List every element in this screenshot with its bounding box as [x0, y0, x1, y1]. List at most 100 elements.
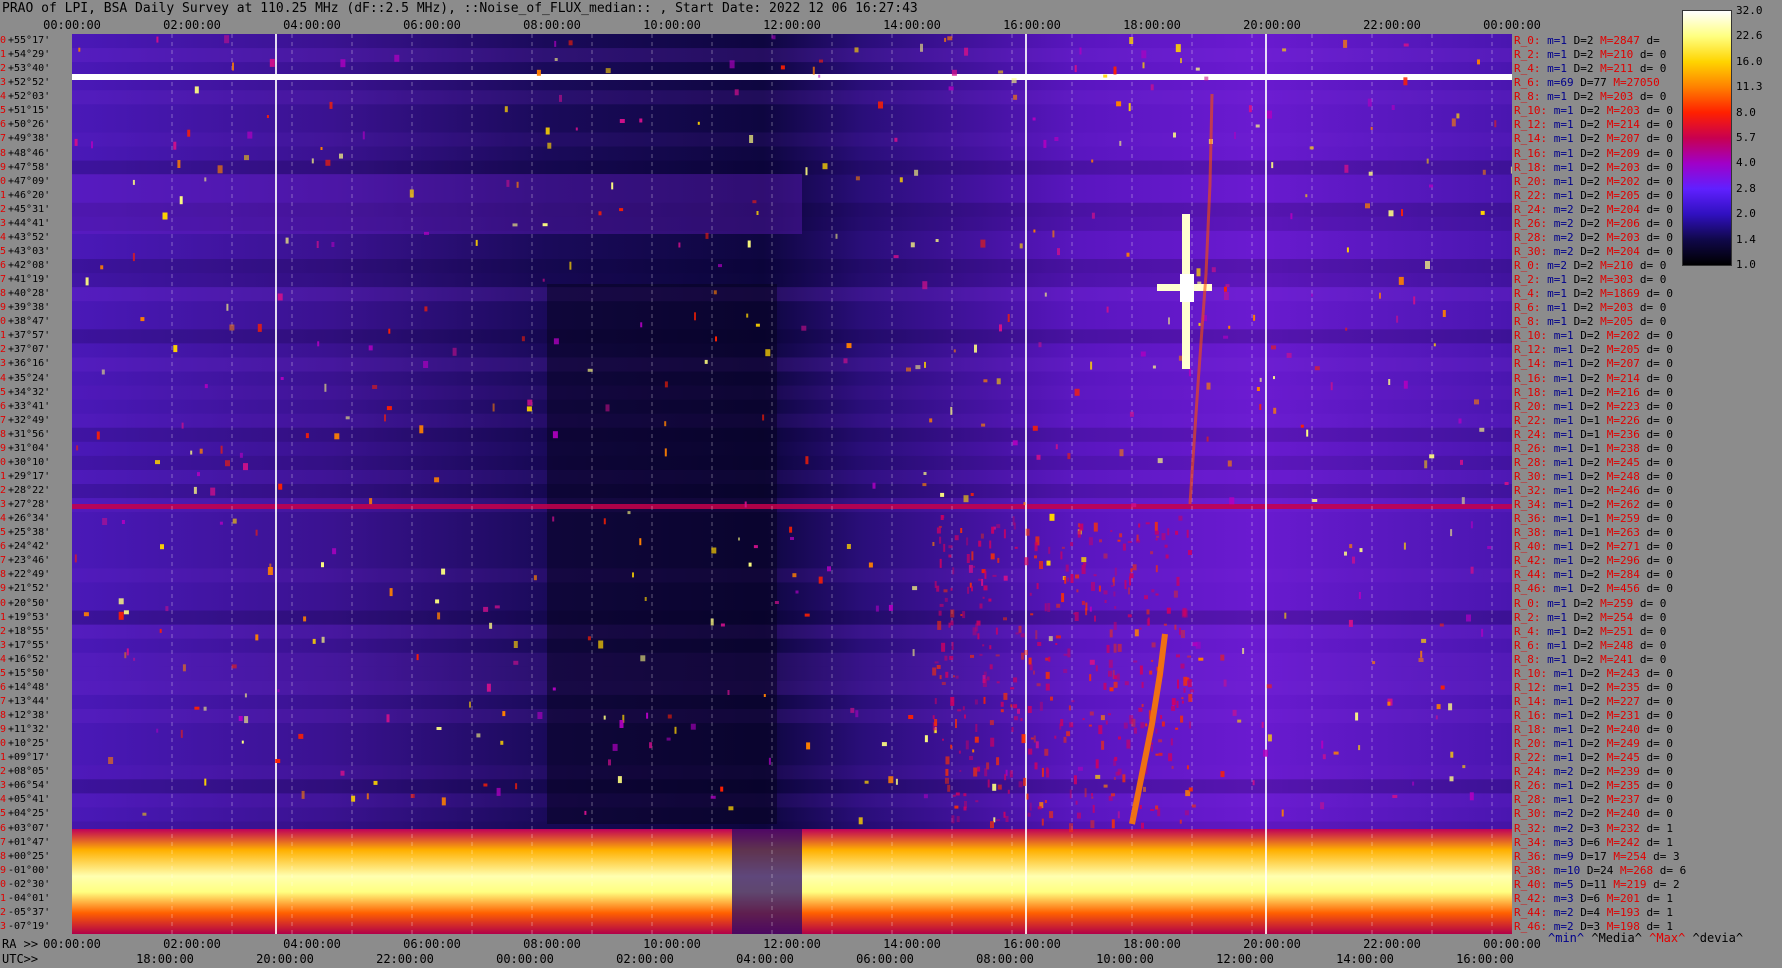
top-time-tick: 16:00:00 [1003, 18, 1061, 32]
stats-field: M=303 [1593, 273, 1634, 287]
noise-speckle [974, 736, 979, 743]
noise-speckle [85, 277, 89, 286]
noise-speckle [1045, 683, 1050, 691]
noise-speckle [1387, 701, 1391, 706]
stats-field: M=211 [1593, 62, 1634, 76]
stats-field: D=2 [1573, 146, 1601, 160]
row-index: 9 [0, 161, 7, 173]
noise-speckle [492, 403, 495, 412]
stats-field: R_44: [1514, 905, 1548, 919]
row-stripe [72, 413, 1512, 428]
row-index: 1 [0, 330, 7, 342]
declination-value: +38°47' [8, 316, 51, 328]
utc-tick: 02:00:00 [616, 952, 674, 966]
stats-row: R_16: m=1 D=2 M=209 d= 0 [1514, 147, 1673, 161]
noise-speckle [955, 719, 957, 728]
declination-value: +28°22' [8, 485, 51, 496]
declination-row: 9 +31°04' [0, 442, 50, 456]
noise-speckle [1175, 530, 1179, 535]
row-stripe [72, 455, 1512, 470]
noise-speckle [934, 719, 938, 726]
noise-speckle [1198, 322, 1201, 326]
noise-speckle [888, 776, 894, 784]
declination-row: 3 -07°19' [0, 920, 50, 934]
noise-speckle [345, 416, 350, 420]
declination-value: +12°38' [8, 710, 51, 721]
noise-speckle [1069, 823, 1073, 833]
stats-field: M=296 [1600, 554, 1640, 568]
spectrum-plot[interactable] [72, 34, 1512, 934]
stats-field: D=2 [1573, 498, 1601, 512]
noise-speckle [1109, 629, 1113, 638]
noise-speckle [1093, 574, 1097, 577]
noise-speckle [1150, 551, 1154, 555]
stats-field: R_8: [1514, 652, 1541, 666]
declination-row: 3 +44°41' [0, 217, 50, 231]
colorbar-label: 5.7 [1736, 131, 1756, 144]
noise-speckle [1083, 562, 1087, 566]
noise-speckle [1067, 577, 1070, 582]
noise-speckle [1020, 633, 1025, 638]
noise-speckle [945, 768, 949, 776]
noise-speckle [1198, 657, 1204, 661]
noise-speckle [718, 264, 722, 268]
stats-field: R_12: [1514, 343, 1548, 357]
noise-speckle [1114, 606, 1117, 609]
noise-speckle [1165, 554, 1169, 559]
noise-speckle [1056, 603, 1061, 608]
stats-field: M=238 [1600, 441, 1640, 455]
noise-speckle [1435, 715, 1438, 720]
declination-value: +44°41' [8, 217, 51, 229]
noise-speckle [324, 383, 327, 392]
stats-field: R_2: [1514, 610, 1541, 624]
noise-speckle [1141, 822, 1144, 829]
stats-field: d= 0 [1639, 540, 1673, 554]
stats-row: R_36: m=9 D=17 M=254 d= 3 [1514, 850, 1680, 864]
noise-speckle [1105, 720, 1108, 725]
noise-speckle [373, 780, 378, 785]
stats-field: D=2 [1573, 371, 1601, 385]
declination-row: 0 +10°25' [0, 737, 50, 751]
noise-speckle [123, 610, 129, 615]
stats-field: d= 0 [1639, 793, 1673, 807]
noise-speckle [553, 338, 559, 345]
noise-speckle [1259, 377, 1262, 382]
stats-field: d= 0 [1639, 118, 1673, 132]
stats-field: M=271 [1600, 540, 1640, 554]
row-index: 8 [0, 850, 7, 862]
noise-speckle [1070, 574, 1074, 583]
noise-speckle [1022, 734, 1025, 742]
stats-field: R_10: [1514, 104, 1548, 118]
stats-field: R_18: [1514, 160, 1548, 174]
declination-value: +15°50' [8, 667, 51, 679]
stats-field: M=210 [1593, 48, 1634, 62]
declination-row: 8 +22°49' [0, 568, 50, 582]
noise-speckle [1188, 693, 1193, 702]
stats-field: D=2 [1567, 34, 1594, 47]
noise-speckle [1126, 739, 1131, 749]
noise-speckle [526, 406, 532, 412]
declination-value: +49°38' [8, 133, 51, 145]
declination-row: 9 +11°32' [0, 723, 50, 737]
row-index: 0 [0, 35, 7, 46]
stats-field: m=1 [1547, 427, 1574, 441]
noise-speckle [312, 638, 316, 644]
noise-speckle [966, 554, 970, 563]
noise-speckle [285, 237, 289, 244]
declination-value: +27°28' [8, 499, 51, 511]
ra-axis-prefix: RA >> [2, 937, 39, 951]
stats-field: d= 0 [1633, 301, 1667, 315]
noise-speckle [1089, 674, 1092, 682]
noise-speckle [804, 613, 810, 617]
row-index: 4 [0, 513, 7, 525]
noise-speckle [1442, 310, 1446, 317]
colorbar-label: 8.0 [1736, 105, 1756, 119]
stats-field: R_0: [1514, 259, 1541, 272]
stats-row: R_18: m=1 D=2 M=240 d= 0 [1514, 723, 1673, 737]
noise-speckle [1252, 780, 1255, 786]
noise-speckle [992, 574, 997, 577]
noise-speckle [1178, 515, 1183, 521]
noise-speckle [1068, 705, 1071, 711]
noise-speckle [1077, 766, 1083, 771]
stats-field: R_14: [1514, 357, 1548, 371]
